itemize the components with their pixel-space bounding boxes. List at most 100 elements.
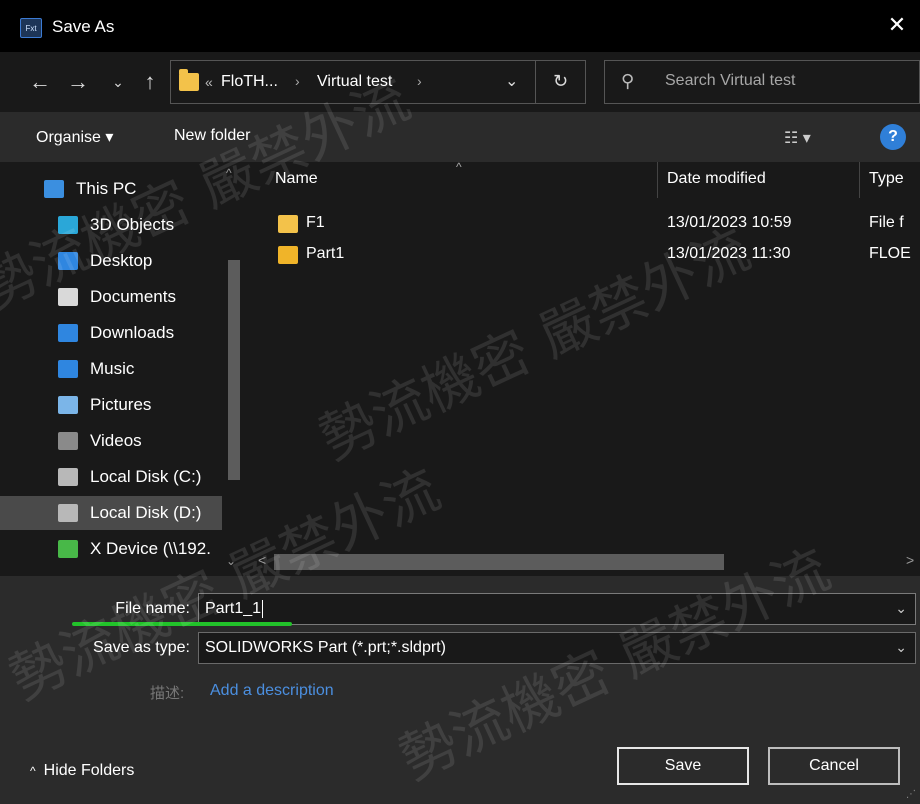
refresh-icon[interactable]: ↻ <box>553 71 568 92</box>
sort-indicator-icon: ^ <box>456 162 462 174</box>
sidebar-item[interactable]: Local Disk (C:) <box>0 460 222 494</box>
scroll-right-icon[interactable]: > <box>906 552 914 568</box>
save-form: File name: Part1_1 ⌄ Save as type: SOLID… <box>0 576 920 804</box>
file-type-cell: FLOE <box>869 245 911 262</box>
sidebar-item[interactable]: Downloads <box>0 316 222 350</box>
chevron-up-icon: ^ <box>30 764 36 778</box>
music-icon <box>58 360 78 378</box>
organise-button[interactable]: Organise ▾ <box>36 127 113 147</box>
sidebar-item-label: X Device (\\192. <box>90 539 211 558</box>
this-pc-icon <box>44 180 64 198</box>
address-divider <box>535 61 536 103</box>
sidebar-item[interactable]: Pictures <box>0 388 222 422</box>
videos-icon <box>58 432 78 450</box>
desktop-icon <box>58 252 78 270</box>
app-icon: Fxt <box>20 18 42 38</box>
back-arrow-icon[interactable]: ← <box>26 68 54 96</box>
sidebar-item-label: This PC <box>76 179 137 198</box>
file-date-cell: 13/01/2023 10:59 <box>667 214 792 231</box>
file-name-dropdown-icon[interactable]: ⌄ <box>895 600 907 617</box>
sidebar-item-label: Documents <box>90 287 176 306</box>
local-disk-d-icon <box>58 504 78 522</box>
scroll-down-icon[interactable]: ⌄ <box>226 554 236 568</box>
breadcrumb-overflow[interactable]: « <box>205 74 213 90</box>
file-name-field[interactable]: Part1_1 ⌄ <box>198 593 916 625</box>
save-as-type-label: Save as type: <box>93 639 190 656</box>
sidebar-item[interactable]: Documents <box>0 280 222 314</box>
description-label: 描述: <box>150 685 185 702</box>
search-input[interactable]: Search Virtual test <box>665 72 795 90</box>
view-options-icon[interactable]: ☷ ▾ <box>784 128 811 148</box>
file-type-cell: File f <box>869 214 904 231</box>
save-as-type-select[interactable]: SOLIDWORKS Part (*.prt;*.sldprt) ⌄ <box>198 632 916 664</box>
search-icon: ⚲ <box>621 71 635 91</box>
scroll-up-icon[interactable]: ^ <box>226 166 232 180</box>
forward-arrow-icon[interactable]: → <box>64 68 92 96</box>
sidebar-item-label: Local Disk (D:) <box>90 503 202 522</box>
address-bar[interactable]: « FloTH... › Virtual test › ⌄ ↻ <box>170 60 586 104</box>
column-type[interactable]: Type <box>869 170 904 188</box>
column-name[interactable]: Name <box>275 170 318 188</box>
file-name-cell[interactable]: Part1 <box>306 245 344 263</box>
breadcrumb-virtual-test[interactable]: Virtual test <box>317 73 392 91</box>
recent-locations-icon[interactable]: ⌄ <box>104 68 132 96</box>
sidebar-item-label: Videos <box>90 431 142 450</box>
navigation-bar: ← → ⌄ ↑ « FloTH... › Virtual test › ⌄ ↻ … <box>0 52 920 112</box>
documents-icon <box>58 288 78 306</box>
cancel-button[interactable]: Cancel <box>768 747 900 785</box>
add-description-link[interactable]: Add a description <box>210 682 334 700</box>
column-date-modified[interactable]: Date modified <box>667 170 766 188</box>
file-list: Name ^ Date modified Type < > F1 13/01/20… <box>246 162 920 576</box>
new-folder-button[interactable]: New folder <box>174 127 250 145</box>
command-toolbar: Organise ▾ New folder ☷ ▾ ? <box>0 112 920 162</box>
scroll-left-icon[interactable]: < <box>258 552 266 568</box>
horizontal-scrollbar[interactable]: < > <box>246 550 920 574</box>
local-disk-c-icon <box>58 468 78 486</box>
file-name-label: File name: <box>115 600 190 617</box>
horizontal-scroll-thumb[interactable] <box>274 554 724 570</box>
help-icon[interactable]: ? <box>880 124 906 150</box>
sidebar-item[interactable]: Desktop <box>0 244 222 278</box>
sidebar-item-label: Pictures <box>90 395 152 414</box>
sidebar-item-label: Desktop <box>90 251 153 270</box>
sidebar-scroll-thumb[interactable] <box>228 260 240 480</box>
close-button[interactable]: ✕ <box>884 12 910 38</box>
save-button[interactable]: Save <box>617 747 749 785</box>
sidebar-item[interactable]: 3D Objects <box>0 208 222 242</box>
search-box[interactable]: ⚲ Search Virtual test <box>604 60 920 104</box>
window-title: Save As <box>52 17 115 36</box>
sidebar-item[interactable]: Music <box>0 352 222 386</box>
pictures-icon <box>58 396 78 414</box>
file-name-input[interactable]: Part1_1 <box>205 600 264 618</box>
breadcrumb-separator[interactable]: › <box>417 73 422 89</box>
sidebar-item-label: Local Disk (C:) <box>90 467 202 486</box>
sidebar-item[interactable]: This PC <box>0 172 222 206</box>
file-date-cell: 13/01/2023 11:30 <box>667 245 791 262</box>
breadcrumb-flotherm[interactable]: FloTH... <box>221 73 278 91</box>
column-divider[interactable] <box>859 162 860 198</box>
sidebar-item[interactable]: Videos <box>0 424 222 458</box>
sidebar-scrollbar[interactable]: ^ ⌄ <box>222 162 242 576</box>
sidebar-item-label: 3D Objects <box>90 215 175 234</box>
column-divider[interactable] <box>657 162 658 198</box>
sidebar-item-label: Music <box>90 359 135 378</box>
network-drive-icon <box>58 540 78 558</box>
breadcrumb-separator[interactable]: › <box>295 73 300 89</box>
file-name-cell[interactable]: F1 <box>306 214 325 232</box>
address-dropdown-icon[interactable]: ⌄ <box>505 71 518 91</box>
resize-grip-icon[interactable]: ⋰ <box>906 789 916 800</box>
highlight-underline <box>72 622 292 626</box>
save-as-type-dropdown-icon[interactable]: ⌄ <box>895 639 907 656</box>
3d-objects-icon <box>58 216 78 234</box>
downloads-icon <box>58 324 78 342</box>
title-bar: Fxt Save As ✕ <box>0 0 920 52</box>
save-as-type-value: SOLIDWORKS Part (*.prt;*.sldprt) <box>205 639 446 656</box>
solidworks-part-icon <box>278 246 298 264</box>
folder-icon <box>278 215 298 233</box>
up-arrow-icon[interactable]: ↑ <box>136 68 164 96</box>
sidebar-item[interactable]: X Device (\\192. <box>0 532 222 566</box>
sidebar-item[interactable]: Local Disk (D:) <box>0 496 222 530</box>
folder-icon <box>179 69 199 91</box>
hide-folders-label: Hide Folders <box>43 762 135 779</box>
hide-folders-button[interactable]: ^ Hide Folders <box>30 762 134 780</box>
